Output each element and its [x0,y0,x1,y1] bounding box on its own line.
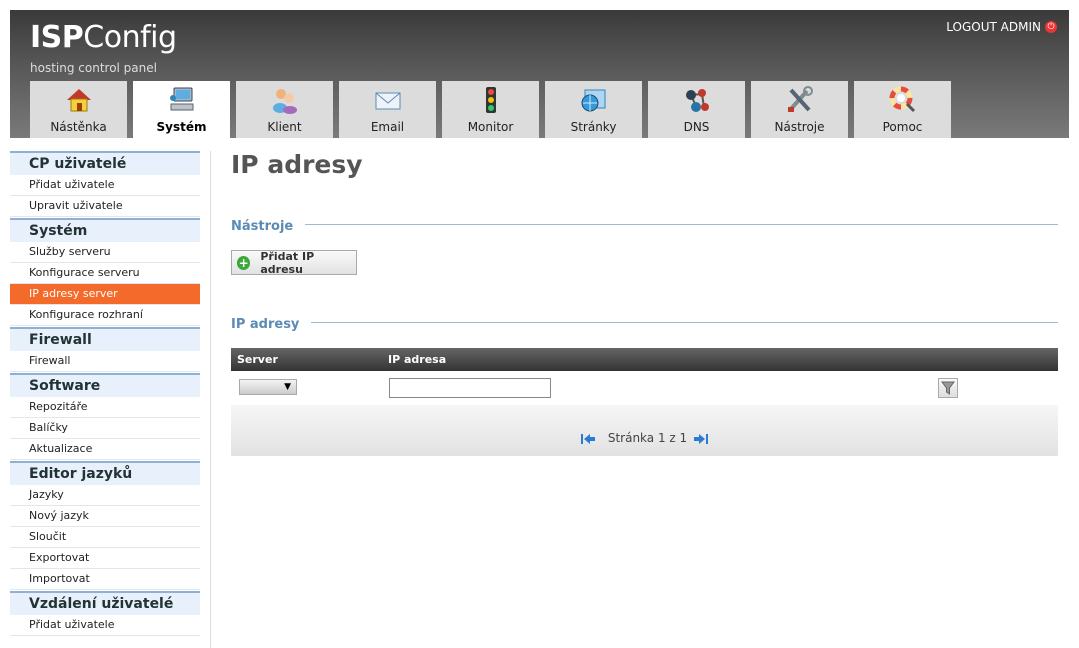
main-tabs: Nástěnka Systém Klient Email Monitor Stránky D… [30,81,951,138]
tools-section-title: Nástroje [231,219,306,234]
tab-3[interactable]: Email [339,81,436,138]
tab-label: Systém [156,120,207,134]
sidebar-item[interactable]: Konfigurace rozhraní [10,305,200,326]
sidebar-group-title: Editor jazyků [10,461,200,485]
sidebar-item[interactable]: Jazyky [10,485,200,506]
sidebar-item[interactable]: Repozitáře [10,397,200,418]
plus-icon: + [237,255,251,270]
sidebar-group-title: Vzdálení uživatelé [10,591,200,615]
list-section-header: IP adresy [231,313,1058,333]
tab-7[interactable]: Nástroje [751,81,848,138]
sidebar-item[interactable]: Přidat uživatele [10,615,200,636]
sidebar-group-title: Software [10,373,200,397]
sidebar-item[interactable]: Balíčky [10,418,200,439]
pager-label: Stránka 1 z 1 [607,431,688,445]
globe-folder-icon [579,86,609,114]
filter-button[interactable] [938,378,958,398]
tab-5[interactable]: Stránky [545,81,642,138]
header: ISPConfig hosting control panel LOGOUT A… [10,10,1069,138]
main-content: IP adresy Nástroje + Přidat IP adresu IP… [231,150,1058,456]
tab-label: Stránky [570,120,617,134]
tab-label: Pomoc [882,120,923,134]
envelope-icon [373,86,403,114]
add-ip-button-label: Přidat IP adresu [260,249,315,276]
tab-label: Monitor [467,120,514,134]
sidebar-item[interactable]: Firewall [10,351,200,372]
tab-label: Nástěnka [50,120,107,134]
computer-icon [167,86,197,114]
tab-2[interactable]: Klient [236,81,333,138]
funnel-icon [941,381,955,395]
sidebar-item[interactable]: Přidat uživatele [10,175,200,196]
sidebar-item[interactable]: Aktualizace [10,439,200,460]
ip-filter-input[interactable] [389,378,551,398]
sidebar-group-title: Systém [10,218,200,242]
tools-section-header: Nástroje [231,215,1058,235]
list-section-title: IP adresy [231,317,312,332]
tab-1[interactable]: Systém [133,81,230,138]
tab-4[interactable]: Monitor [442,81,539,138]
pager-text-row: Stránka 1 z 1 [231,431,1058,445]
sidebar-item[interactable]: Exportovat [10,548,200,569]
last-page-icon[interactable] [693,433,709,445]
sidebar-item[interactable]: Služby serveru [10,242,200,263]
page-title: IP adresy [231,150,363,179]
tab-label: Email [370,120,405,134]
sidebar-item[interactable]: Importovat [10,569,200,590]
network-nodes-icon [682,86,712,114]
tagline: hosting control panel [30,61,157,75]
logout-label: LOGOUT ADMIN [946,20,1041,34]
sidebar-item[interactable]: Upravit uživatele [10,196,200,217]
tools-icon [785,86,815,114]
ip-table: Server IP adresa ▼ Stránka 1 z 1 [231,348,1058,456]
sidebar-group-title: Firewall [10,327,200,351]
pager: Stránka 1 z 1 [231,405,1058,456]
server-filter-select[interactable]: ▼ [239,379,297,395]
tab-label: DNS [683,120,710,134]
column-header-server[interactable]: Server [237,353,278,366]
tab-8[interactable]: Pomoc [854,81,951,138]
sidebar-item[interactable]: IP adresy server [10,284,200,305]
house-icon [64,86,94,114]
table-header: Server IP adresa [231,348,1058,371]
power-icon: ⏻ [1045,21,1057,33]
sidebar-group-title: CP uživatelé [10,151,200,175]
tab-0[interactable]: Nástěnka [30,81,127,138]
first-page-icon[interactable] [580,433,596,445]
add-ip-button[interactable]: + Přidat IP adresu [231,249,357,276]
users-icon [270,86,300,114]
tab-label: Klient [267,120,302,134]
lifebuoy-icon [888,86,918,114]
sidebar-item[interactable]: Konfigurace serveru [10,263,200,284]
sidebar-item[interactable]: Nový jazyk [10,506,200,527]
sidebar: CP uživatelé Přidat uživatele Upravit uživ… [10,151,200,636]
sidebar-item[interactable]: Sloučit [10,527,200,548]
logo: ISPConfig [30,20,177,55]
traffic-light-icon [476,86,506,114]
tab-6[interactable]: DNS [648,81,745,138]
sidebar-divider [210,151,211,648]
tab-label: Nástroje [774,120,825,134]
filter-row: ▼ [231,371,1058,405]
logout-link[interactable]: LOGOUT ADMIN ⏻ [946,20,1057,34]
column-header-ip[interactable]: IP adresa [388,353,446,366]
dropdown-arrow-icon: ▼ [284,382,291,392]
